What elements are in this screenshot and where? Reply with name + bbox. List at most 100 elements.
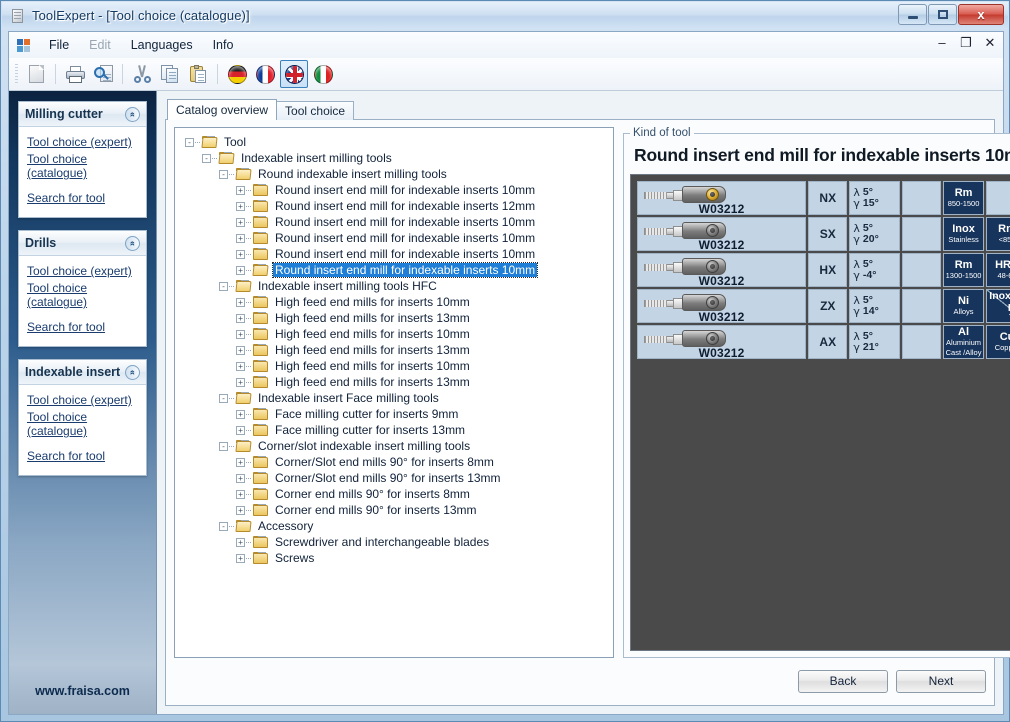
tab-tool-choice[interactable]: Tool choice bbox=[276, 101, 354, 120]
tree-expand-icon[interactable]: + bbox=[236, 506, 245, 515]
tree-item[interactable]: -Corner/slot indexable insert milling to… bbox=[185, 438, 613, 454]
tree-expand-icon[interactable]: + bbox=[236, 458, 245, 467]
flag-france-icon[interactable] bbox=[252, 61, 278, 87]
sidebar-link-tool-choice-expert[interactable]: Tool choice (expert) bbox=[27, 264, 138, 279]
sidebar-link-search-for-tool[interactable]: Search for tool bbox=[27, 449, 138, 464]
tree-item[interactable]: +Round insert end mill for indexable ins… bbox=[185, 214, 613, 230]
tree-item[interactable]: +Corner/Slot end mills 90° for inserts 1… bbox=[185, 470, 613, 486]
chevron-up-icon[interactable]: « bbox=[125, 365, 140, 380]
tree-item[interactable]: +Round insert end mill for indexable ins… bbox=[185, 182, 613, 198]
chevron-up-icon[interactable]: « bbox=[125, 236, 140, 251]
tool-variant-row[interactable]: W03212ZXλ5°γ14°NiAlloysInoxRm<850 bbox=[637, 289, 1010, 323]
tree-expand-icon[interactable]: + bbox=[236, 298, 245, 307]
window-minimize-button[interactable] bbox=[898, 4, 927, 25]
tree-item[interactable]: +High feed end mills for inserts 10mm bbox=[185, 326, 613, 342]
tool-variant-row[interactable]: W03212HXλ5°γ-4°Rm1300-1500HRC48-60 bbox=[637, 253, 1010, 287]
tree-collapse-icon[interactable]: - bbox=[219, 170, 228, 179]
new-document-icon[interactable] bbox=[23, 61, 49, 87]
paste-icon[interactable] bbox=[185, 61, 211, 87]
tree-expand-icon[interactable]: + bbox=[236, 266, 245, 275]
back-button[interactable]: Back bbox=[798, 670, 888, 693]
tree-item[interactable]: +Round insert end mill for indexable ins… bbox=[185, 230, 613, 246]
sidebar-link-search-for-tool[interactable]: Search for tool bbox=[27, 191, 138, 206]
sidebar-link-tool-choice-catalogue[interactable]: Tool choice (catalogue) bbox=[27, 410, 138, 439]
mdi-window-icon[interactable] bbox=[15, 37, 33, 53]
tree-expand-icon[interactable]: + bbox=[236, 426, 245, 435]
tree-item[interactable]: -Indexable insert Face milling tools bbox=[185, 390, 613, 406]
tree-item[interactable]: -Tool bbox=[185, 134, 613, 150]
tree-expand-icon[interactable]: + bbox=[236, 314, 245, 323]
mdi-restore-button[interactable]: ❐ bbox=[959, 36, 973, 50]
tree-expand-icon[interactable]: + bbox=[236, 218, 245, 227]
panel-header[interactable]: Drills « bbox=[19, 231, 146, 256]
copy-icon[interactable] bbox=[157, 61, 183, 87]
tree-expand-icon[interactable]: + bbox=[236, 554, 245, 563]
sidebar-link-search-for-tool[interactable]: Search for tool bbox=[27, 320, 138, 335]
sidebar-link-tool-choice-expert[interactable]: Tool choice (expert) bbox=[27, 393, 138, 408]
tree-expand-icon[interactable]: + bbox=[236, 202, 245, 211]
tree-item[interactable]: +High feed end mills for inserts 13mm bbox=[185, 310, 613, 326]
tree-expand-icon[interactable]: + bbox=[236, 474, 245, 483]
print-icon[interactable] bbox=[62, 61, 88, 87]
menu-item-edit[interactable]: Edit bbox=[79, 35, 121, 55]
tree-expand-icon[interactable]: + bbox=[236, 538, 245, 547]
flag-uk-icon[interactable] bbox=[280, 60, 308, 88]
tree-expand-icon[interactable]: + bbox=[236, 234, 245, 243]
tool-variant-row[interactable]: W03212NXλ5°γ15°Rm850-1500 bbox=[637, 181, 1010, 215]
tree-item[interactable]: +High feed end mills for inserts 13mm bbox=[185, 342, 613, 358]
tree-item[interactable]: +High feed end mills for inserts 10mm bbox=[185, 358, 613, 374]
tree-item[interactable]: -Indexable insert milling tools HFC bbox=[185, 278, 613, 294]
tree-item[interactable]: +Corner/Slot end mills 90° for inserts 8… bbox=[185, 454, 613, 470]
next-button[interactable]: Next bbox=[896, 670, 986, 693]
tool-variant-row[interactable]: W03212SXλ5°γ20°InoxStainlessRm<850 bbox=[637, 217, 1010, 251]
tree-item[interactable]: +Screws bbox=[185, 550, 613, 566]
catalog-tree-panel[interactable]: -Tool-Indexable insert milling tools-Rou… bbox=[174, 127, 614, 658]
tree-collapse-icon[interactable]: - bbox=[219, 522, 228, 531]
panel-header[interactable]: Indexable insert « bbox=[19, 360, 146, 385]
tree-item[interactable]: +Round insert end mill for indexable ins… bbox=[185, 198, 613, 214]
tab-catalog-overview[interactable]: Catalog overview bbox=[167, 99, 277, 120]
menu-item-info[interactable]: Info bbox=[203, 35, 244, 55]
tree-collapse-icon[interactable]: - bbox=[219, 442, 228, 451]
tree-collapse-icon[interactable]: - bbox=[219, 394, 228, 403]
tree-expand-icon[interactable]: + bbox=[236, 346, 245, 355]
tree-expand-icon[interactable]: + bbox=[236, 490, 245, 499]
tree-expand-icon[interactable]: + bbox=[236, 330, 245, 339]
tree-expand-icon[interactable]: + bbox=[236, 378, 245, 387]
print-preview-icon[interactable] bbox=[90, 61, 116, 87]
sidebar-link-tool-choice-expert[interactable]: Tool choice (expert) bbox=[27, 135, 138, 150]
flag-germany-icon[interactable] bbox=[224, 61, 250, 87]
tool-variants-table-wrap[interactable]: W03212NXλ5°γ15°Rm850-1500W03212SXλ5°γ20°… bbox=[630, 174, 1010, 651]
tree-expand-icon[interactable]: + bbox=[236, 186, 245, 195]
cut-icon[interactable] bbox=[129, 61, 155, 87]
flag-italy-icon[interactable] bbox=[310, 61, 336, 87]
tool-variant-row[interactable]: W03212AXλ5°γ21°AlAluminium Cast /AlloyCu… bbox=[637, 325, 1010, 359]
tree-item[interactable]: +Round insert end mill for indexable ins… bbox=[185, 262, 613, 278]
sidebar-link-tool-choice-catalogue[interactable]: Tool choice (catalogue) bbox=[27, 281, 138, 310]
tree-item[interactable]: +Corner end mills 90° for inserts 8mm bbox=[185, 486, 613, 502]
tree-collapse-icon[interactable]: - bbox=[219, 282, 228, 291]
tree-collapse-icon[interactable]: - bbox=[185, 138, 194, 147]
mdi-close-button[interactable]: ✕ bbox=[983, 36, 997, 50]
toolbar-grip[interactable] bbox=[15, 64, 18, 84]
tree-item[interactable]: -Round indexable insert milling tools bbox=[185, 166, 613, 182]
tree-item[interactable]: +Screwdriver and interchangeable blades bbox=[185, 534, 613, 550]
tree-item[interactable]: +High feed end mills for inserts 13mm bbox=[185, 374, 613, 390]
tree-item[interactable]: +Corner end mills 90° for inserts 13mm bbox=[185, 502, 613, 518]
window-maximize-button[interactable] bbox=[928, 4, 957, 25]
sidebar-link-tool-choice-catalogue[interactable]: Tool choice (catalogue) bbox=[27, 152, 138, 181]
tree-item[interactable]: +Round insert end mill for indexable ins… bbox=[185, 246, 613, 262]
tree-expand-icon[interactable]: + bbox=[236, 410, 245, 419]
tree-collapse-icon[interactable]: - bbox=[202, 154, 211, 163]
panel-header[interactable]: Milling cutter « bbox=[19, 102, 146, 127]
mdi-minimize-button[interactable]: – bbox=[935, 36, 949, 50]
menu-item-file[interactable]: File bbox=[39, 35, 79, 55]
tree-item[interactable]: -Accessory bbox=[185, 518, 613, 534]
chevron-up-icon[interactable]: « bbox=[125, 107, 140, 122]
tree-item[interactable]: +Face milling cutter for inserts 13mm bbox=[185, 422, 613, 438]
tree-item[interactable]: +Face milling cutter for inserts 9mm bbox=[185, 406, 613, 422]
tree-expand-icon[interactable]: + bbox=[236, 250, 245, 259]
tree-expand-icon[interactable]: + bbox=[236, 362, 245, 371]
menu-item-languages[interactable]: Languages bbox=[121, 35, 203, 55]
footer-website-url[interactable]: www.fraisa.com bbox=[9, 684, 156, 698]
